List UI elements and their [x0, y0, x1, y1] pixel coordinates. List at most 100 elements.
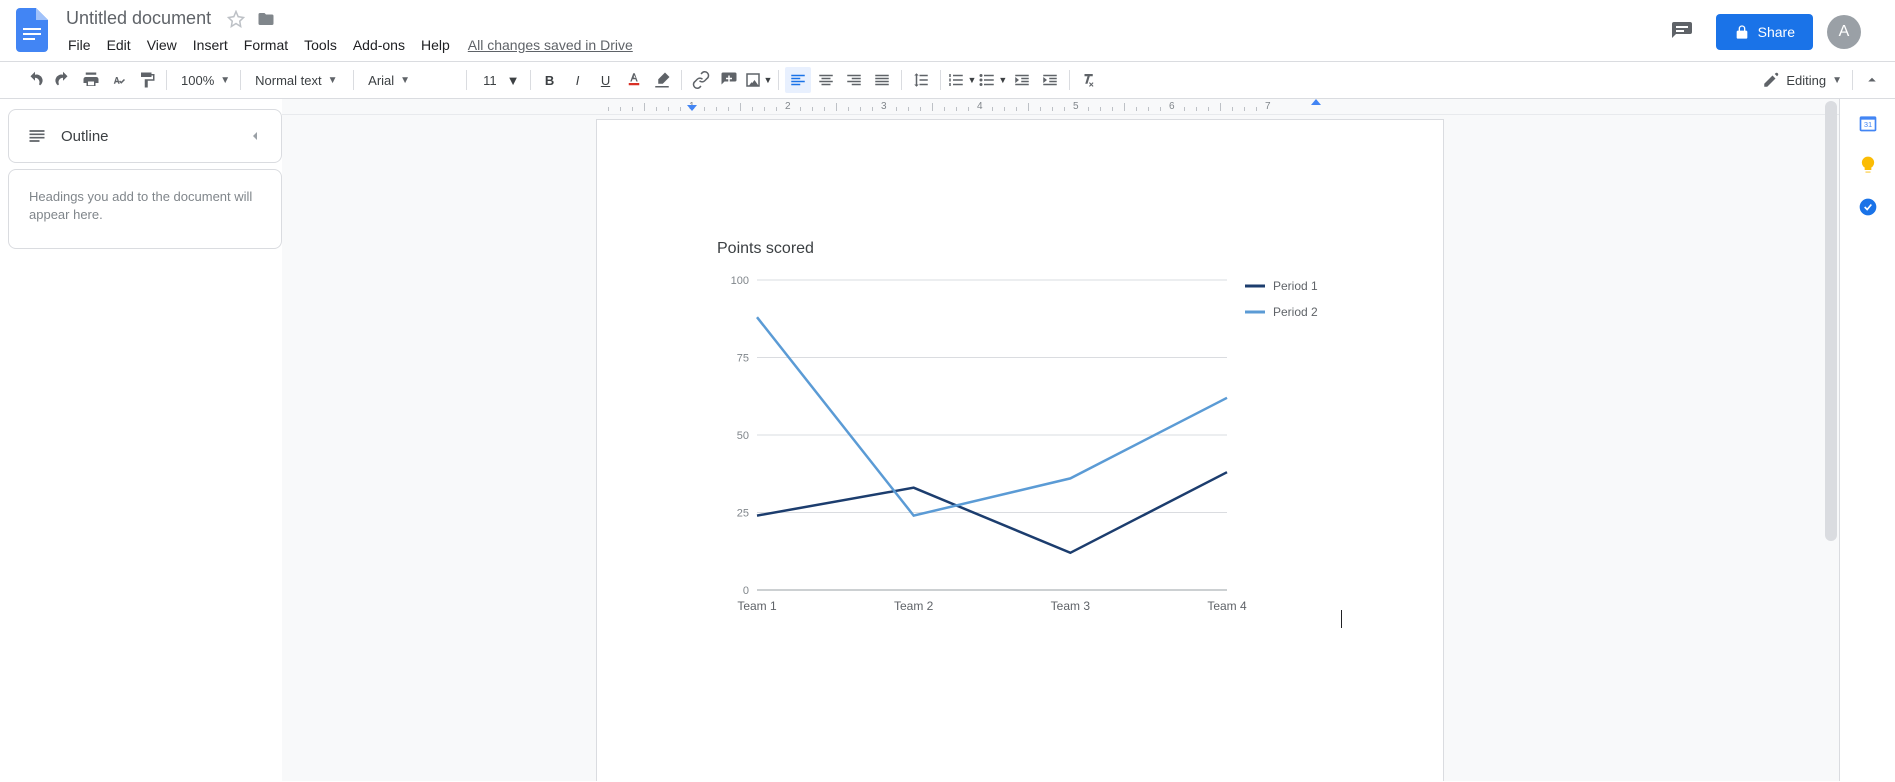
ruler-tick: 7 [1265, 101, 1271, 112]
svg-text:Team 2: Team 2 [894, 599, 934, 613]
calendar-addon-icon[interactable]: 31 [1858, 113, 1878, 133]
font-size-value: 11 [483, 73, 497, 88]
svg-text:Team 4: Team 4 [1207, 599, 1247, 613]
outline-hint: Headings you add to the document will ap… [8, 169, 282, 249]
chevron-down-icon: ▼ [220, 75, 230, 86]
header-actions: Share A [1662, 6, 1887, 52]
align-right-button[interactable] [841, 67, 867, 93]
lock-icon [1734, 24, 1750, 40]
scrollbar-thumb[interactable] [1825, 101, 1837, 541]
ruler-tick: 6 [1169, 101, 1175, 112]
insert-comment-button[interactable] [716, 67, 742, 93]
editing-mode-select[interactable]: Editing ▼ [1754, 67, 1846, 93]
font-family-select[interactable]: Arial ▼ [360, 67, 460, 93]
share-button-label: Share [1758, 24, 1795, 40]
undo-button[interactable] [22, 67, 48, 93]
ruler-tick: 3 [881, 101, 887, 112]
editing-mode-label: Editing [1786, 73, 1826, 88]
keep-addon-icon[interactable] [1858, 155, 1878, 175]
vertical-scrollbar[interactable] [1825, 101, 1837, 779]
bulleted-list-button[interactable]: ▼ [978, 67, 1007, 93]
italic-button[interactable]: I [565, 67, 591, 93]
ruler-tick: 5 [1073, 101, 1079, 112]
editor-viewport[interactable]: 1234567 Points scored 0255075100Team 1Te… [282, 99, 1839, 781]
tasks-addon-icon[interactable] [1858, 197, 1878, 217]
zoom-select[interactable]: 100% ▼ [173, 67, 234, 93]
svg-text:75: 75 [737, 353, 749, 365]
font-size-select[interactable]: 11 ▼ [473, 67, 523, 93]
share-button[interactable]: Share [1716, 14, 1813, 50]
account-avatar[interactable]: A [1827, 15, 1861, 49]
svg-text:100: 100 [731, 275, 749, 287]
outline-panel: Outline Headings you add to the document… [0, 99, 282, 781]
title-area: Untitled document File Edit View Insert … [56, 6, 1662, 61]
paragraph-style-select[interactable]: Normal text▼ [247, 67, 347, 93]
svg-text:0: 0 [743, 585, 749, 597]
svg-text:Period 2: Period 2 [1273, 305, 1318, 319]
underline-button[interactable]: U [593, 67, 619, 93]
workspace: Outline Headings you add to the document… [0, 99, 1895, 781]
ruler-tick: 2 [785, 101, 791, 112]
decrease-indent-button[interactable] [1009, 67, 1035, 93]
svg-text:Period 1: Period 1 [1273, 279, 1318, 293]
app-header: Untitled document File Edit View Insert … [0, 0, 1895, 61]
align-justify-button[interactable] [869, 67, 895, 93]
chevron-down-icon: ▼ [400, 75, 410, 86]
svg-text:Team 3: Team 3 [1051, 599, 1091, 613]
insert-link-button[interactable] [688, 67, 714, 93]
comment-history-icon[interactable] [1662, 12, 1702, 52]
align-center-button[interactable] [813, 67, 839, 93]
bold-button[interactable]: B [537, 67, 563, 93]
horizontal-ruler[interactable]: 1234567 [282, 99, 1839, 115]
clear-formatting-button[interactable] [1076, 67, 1102, 93]
numbered-list-button[interactable]: ▼ [947, 67, 976, 93]
outline-title-label: Outline [61, 128, 109, 145]
chevron-down-icon: ▼ [764, 75, 773, 85]
line-spacing-button[interactable] [908, 67, 934, 93]
chart-title: Points scored [717, 240, 1357, 258]
chevron-down-icon: ▼ [1832, 75, 1842, 86]
increase-indent-button[interactable] [1037, 67, 1063, 93]
svg-text:Team 1: Team 1 [737, 599, 777, 613]
menu-format[interactable]: Format [236, 33, 296, 57]
menu-addons[interactable]: Add-ons [345, 33, 413, 57]
insert-image-button[interactable]: ▼ [744, 67, 773, 93]
menu-edit[interactable]: Edit [99, 33, 139, 57]
toolbar: 100%▼ Normal text▼ Arial▼ 11▼ B I U ▼ ▼ … [0, 61, 1895, 99]
chevron-down-icon: ▼ [967, 75, 976, 85]
text-color-button[interactable] [621, 67, 647, 93]
chevron-down-icon: ▼ [998, 75, 1007, 85]
svg-text:50: 50 [737, 430, 749, 442]
chevron-down-icon: ▼ [507, 73, 520, 88]
highlight-color-button[interactable] [649, 67, 675, 93]
star-icon[interactable] [225, 8, 247, 30]
paragraph-style-value: Normal text [255, 73, 321, 88]
menu-insert[interactable]: Insert [185, 33, 236, 57]
menu-bar: File Edit View Insert Format Tools Add-o… [56, 31, 1662, 61]
chart-plot: 0 25 50 75 100 Team 1 Team 2 Team 3 Team 4 Period… [717, 270, 1357, 630]
outline-header: Outline [8, 109, 282, 163]
menu-file[interactable]: File [60, 33, 99, 57]
svg-text:25: 25 [737, 508, 749, 520]
menu-tools[interactable]: Tools [296, 33, 345, 57]
docs-logo[interactable] [12, 10, 52, 50]
collapse-toolbar-button[interactable] [1859, 67, 1885, 93]
menu-view[interactable]: View [139, 33, 185, 57]
print-button[interactable] [78, 67, 104, 93]
spellcheck-button[interactable] [106, 67, 132, 93]
outline-icon [27, 126, 47, 146]
font-family-value: Arial [368, 73, 394, 88]
side-panel: 31 [1839, 99, 1895, 781]
zoom-value: 100% [181, 73, 214, 88]
ruler-tick: 4 [977, 101, 983, 112]
move-folder-icon[interactable] [255, 8, 277, 30]
align-left-button[interactable] [785, 67, 811, 93]
paint-format-button[interactable] [134, 67, 160, 93]
menu-help[interactable]: Help [413, 33, 458, 57]
chart-object[interactable]: Points scored 0 25 50 75 100 Team 1 Team 2 Team… [717, 240, 1357, 630]
doc-title-input[interactable]: Untitled document [60, 6, 217, 31]
redo-button[interactable] [50, 67, 76, 93]
outline-collapse-button[interactable] [247, 128, 263, 144]
save-status-link[interactable]: All changes saved in Drive [458, 33, 643, 57]
page-canvas[interactable]: Points scored 0 25 50 75 100 Team 1 Team 2 Team… [596, 119, 1444, 781]
